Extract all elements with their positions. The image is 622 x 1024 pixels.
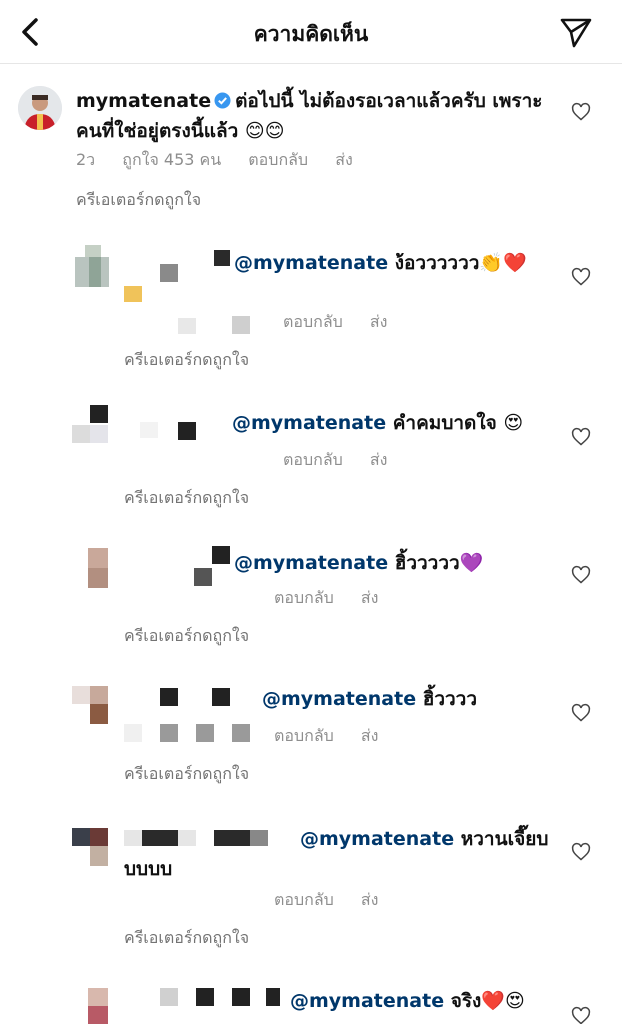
verified-badge-icon (214, 92, 231, 109)
comment-body: ง้อวววววว👏❤️ (394, 252, 527, 274)
comment-meta: ตอบกลับ ส่ง (274, 888, 400, 913)
heart-outline-icon[interactable] (571, 565, 591, 585)
creator-liked-label: ครีเอเตอร์กดถูกใจ (76, 190, 202, 209)
heart-outline-icon[interactable] (571, 703, 591, 723)
heart-outline-icon[interactable] (571, 1006, 591, 1024)
reply-button[interactable]: ตอบกลับ (283, 312, 343, 331)
mention[interactable]: @mymatenate (290, 990, 444, 1012)
header-bar: ความคิดเห็น (0, 0, 622, 64)
username[interactable]: mymatenate (76, 90, 211, 112)
creator-liked-label: ครีเอเตอร์กดถูกใจ (124, 488, 250, 507)
send-button[interactable]: ส่ง (370, 312, 388, 331)
heart-outline-icon[interactable] (571, 427, 591, 447)
creator-liked-label: ครีเอเตอร์กดถูกใจ (124, 626, 250, 645)
comment-body: ฮิ้วววว (422, 688, 477, 710)
caption-comment: mymatenate ต่อไปนี้ ไม่ต้องรอเวลาแล้วครับ… (0, 64, 622, 224)
heart-outline-icon[interactable] (571, 267, 591, 287)
comment-text: @mymatenate หวานเจี๊ยบ บบบบ (124, 824, 564, 884)
comment-body: ฮิ้ววววว💜 (394, 552, 484, 574)
comment-text: @mymatenate ฮิ้ววววว💜 (234, 548, 554, 578)
avatar[interactable] (88, 548, 108, 588)
page-title: ความคิดเห็น (253, 22, 369, 46)
comment-item: @mymatenate จริง❤️😍 (0, 982, 622, 1024)
caption-line-2: คนที่ใช่อยู่ตรงนี้แล้ว 😊😊 (76, 120, 285, 142)
username-redacted[interactable] (160, 988, 286, 1006)
reply-button[interactable]: ตอบกลับ (274, 588, 334, 607)
caption-line-1: ต่อไปนี้ ไม่ต้องรอเวลาแล้วครับ เพราะ (235, 90, 543, 112)
comment-body: จริง❤️😍 (450, 990, 525, 1012)
mention[interactable]: @mymatenate (300, 828, 454, 850)
comment-item: @mymatenate ฮิ้ววววว💜 ตอบกลับ ส่ง ครีเอเ… (0, 540, 622, 660)
comment-meta: ตอบกลับ ส่ง (283, 448, 409, 473)
comment-text: @mymatenate ฮิ้วววว (262, 684, 562, 714)
creator-liked-label: ครีเอเตอร์กดถูกใจ (124, 928, 250, 947)
reply-button[interactable]: ตอบกลับ (283, 450, 343, 469)
send-button[interactable]: ส่ง (335, 150, 353, 169)
username-redacted[interactable] (140, 418, 230, 442)
comment-meta: ตอบกลับ ส่ง (274, 724, 400, 749)
creator-liked-label: ครีเอเตอร์กดถูกใจ (124, 764, 250, 783)
avatar[interactable] (88, 988, 108, 1024)
mention[interactable]: @mymatenate (234, 252, 388, 274)
comment-body: คำคมบาดใจ 😍 (392, 412, 524, 434)
comment-text: @mymatenate จริง❤️😍 (290, 986, 560, 1016)
comment-item: @mymatenate ฮิ้วววว ตอบกลับ ส่ง ครีเอเตอ… (0, 680, 622, 800)
send-button[interactable]: ส่ง (361, 890, 379, 909)
send-button[interactable]: ส่ง (361, 588, 379, 607)
comment-meta: ตอบกลับ ส่ง (283, 310, 409, 335)
caption-text: mymatenate ต่อไปนี้ ไม่ต้องรอเวลาแล้วครับ… (76, 86, 556, 146)
send-button[interactable]: ส่ง (361, 726, 379, 745)
avatar[interactable] (72, 405, 108, 445)
comment-item: @mymatenate คำคมบาดใจ 😍 ตอบกลับ ส่ง ครีเ… (0, 400, 622, 520)
send-button[interactable]: ส่ง (370, 450, 388, 469)
reply-button[interactable]: ตอบกลับ (248, 150, 308, 169)
mention[interactable]: @mymatenate (232, 412, 386, 434)
username-redacted[interactable] (120, 246, 230, 302)
comment-item: @mymatenate หวานเจี๊ยบ บบบบ ตอบกลับ ส่ง … (0, 820, 622, 960)
timestamp: 2ว (76, 150, 96, 169)
comment-meta: ตอบกลับ ส่ง (274, 586, 400, 611)
heart-outline-icon[interactable] (571, 842, 591, 862)
paper-plane-icon[interactable] (558, 14, 594, 50)
comment-body-line-2: บบบบ (124, 858, 173, 880)
comment-item: @mymatenate ง้อวววววว👏❤️ ตอบกลับ ส่ง ครี… (0, 240, 622, 375)
avatar[interactable] (18, 86, 62, 130)
comment-text: @mymatenate ง้อวววววว👏❤️ (234, 248, 554, 278)
comment-text: @mymatenate คำคมบาดใจ 😍 (232, 408, 552, 438)
mention[interactable]: @mymatenate (262, 688, 416, 710)
like-count[interactable]: ถูกใจ 453 คน (122, 150, 221, 169)
avatar[interactable] (75, 245, 109, 289)
reply-button[interactable]: ตอบกลับ (274, 890, 334, 909)
avatar[interactable] (72, 686, 108, 724)
caption-meta: 2ว ถูกใจ 453 คน ตอบกลับ ส่ง (76, 148, 375, 173)
username-redacted[interactable] (124, 686, 274, 742)
creator-liked-label: ครีเอเตอร์กดถูกใจ (124, 350, 250, 369)
heart-outline-icon[interactable] (571, 102, 591, 122)
redacted-meta (178, 316, 250, 334)
reply-button[interactable]: ตอบกลับ (274, 726, 334, 745)
username-redacted[interactable] (190, 546, 234, 586)
mention[interactable]: @mymatenate (234, 552, 388, 574)
avatar[interactable] (72, 828, 108, 866)
comment-body: หวานเจี๊ยบ (460, 828, 549, 850)
